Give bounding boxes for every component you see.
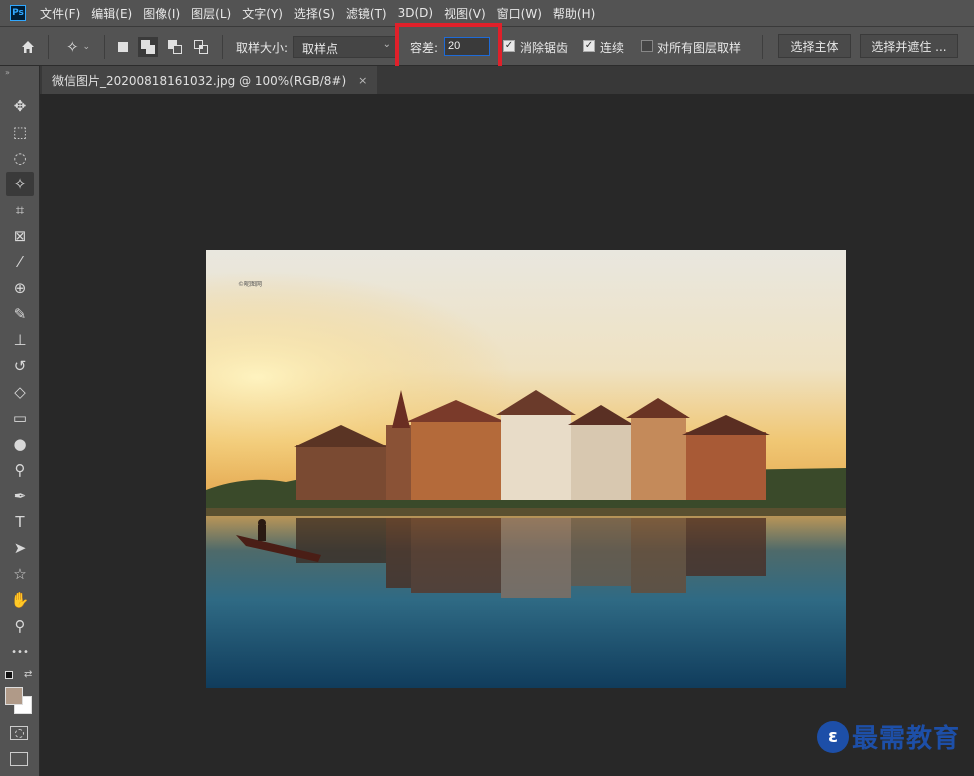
contiguous-label: 连续 [600, 41, 625, 55]
menu-file[interactable]: 文件(F) [40, 5, 80, 22]
quick-mask-icon[interactable] [10, 726, 28, 740]
separator [104, 35, 105, 59]
marquee-tool-icon[interactable]: ⬚ [6, 120, 34, 144]
menu-window[interactable]: 窗口(W) [497, 5, 542, 22]
chevron-down-icon: ⌄ [82, 42, 91, 52]
menu-filter[interactable]: 滤镜(T) [346, 5, 387, 22]
select-and-mask-button[interactable]: 选择并遮住 ... [860, 34, 958, 58]
more-tools-icon[interactable]: ••• [6, 640, 34, 664]
contiguous-checkbox[interactable]: ✓ [583, 40, 595, 52]
path-selection-tool-icon[interactable]: ➤ [6, 536, 34, 560]
menu-view[interactable]: 视图(V) [444, 5, 486, 22]
foreground-color-swatch[interactable] [5, 687, 23, 705]
eraser-tool-icon[interactable]: ◇ [6, 380, 34, 404]
crop-tool-icon[interactable]: ⌗ [6, 198, 34, 222]
brand-logo-icon: ε [817, 720, 849, 753]
screen-mode-icon[interactable] [10, 752, 28, 766]
new-selection-icon[interactable] [113, 37, 133, 57]
lasso-tool-icon[interactable]: ◌ [6, 146, 34, 170]
tools-panel: » ✥ ⬚ ◌ ✧ ⌗ ⊠ ⁄ ⊕ ✎ ⊥ ↺ ◇ ▭ ● ⚲ ✒ T ➤ ☆ ✋ ⚲ ••• ⇄ [0, 66, 40, 776]
menu-select[interactable]: 选择(S) [294, 5, 335, 22]
brush-tool-icon[interactable]: ✎ [6, 302, 34, 326]
menu-3d[interactable]: 3D(D) [398, 6, 433, 20]
gradient-tool-icon[interactable]: ▭ [6, 406, 34, 430]
separator [222, 35, 223, 59]
subtract-from-selection-icon[interactable] [165, 37, 185, 57]
sample-size-label: 取样大小: [236, 41, 289, 55]
image-watermark-tag: ©昵图网 [238, 281, 262, 288]
anti-alias-label: 消除锯齿 [520, 41, 569, 55]
collapse-panel-icon[interactable]: » [5, 68, 10, 77]
sample-size-select[interactable]: 取样点 ⌄ [293, 36, 398, 58]
tolerance-highlight-box [395, 23, 502, 71]
sample-size-value: 取样点 [302, 42, 339, 56]
photoshop-logo-icon[interactable]: Ps [10, 5, 26, 21]
dodge-tool-icon[interactable]: ⚲ [6, 458, 34, 482]
pen-tool-icon[interactable]: ✒ [6, 484, 34, 508]
separator [762, 35, 763, 59]
document-tab-title: 微信图片_20200818161032.jpg @ 100%(RGB/8#) [52, 73, 347, 88]
add-to-selection-icon[interactable] [138, 37, 158, 57]
zoom-tool-icon[interactable]: ⚲ [6, 614, 34, 638]
sample-all-layers-checkbox[interactable] [641, 40, 653, 52]
move-tool-icon[interactable]: ✥ [6, 94, 34, 118]
document-tab[interactable]: 微信图片_20200818161032.jpg @ 100%(RGB/8#) × [42, 66, 378, 94]
close-icon[interactable]: × [358, 74, 367, 87]
document-image[interactable]: ©昵图网 [206, 250, 846, 688]
brand-watermark: ε 最需教育 [817, 718, 960, 755]
menu-type[interactable]: 文字(Y) [242, 5, 283, 22]
home-icon[interactable] [18, 37, 38, 57]
shape-tool-icon[interactable]: ☆ [6, 562, 34, 586]
eyedropper-tool-icon[interactable]: ⁄ [6, 250, 34, 274]
menu-image[interactable]: 图像(I) [143, 5, 180, 22]
menu-layer[interactable]: 图层(L) [191, 5, 231, 22]
magic-wand-icon: ✧ [65, 38, 79, 56]
default-colors-control[interactable]: ⇄ [4, 669, 36, 684]
menu-help[interactable]: 帮助(H) [553, 5, 595, 22]
select-subject-button[interactable]: 选择主体 [778, 34, 851, 58]
default-colors-icon [5, 671, 13, 679]
blur-tool-icon[interactable]: ● [6, 432, 34, 456]
healing-brush-tool-icon[interactable]: ⊕ [6, 276, 34, 300]
clone-stamp-tool-icon[interactable]: ⊥ [6, 328, 34, 352]
brand-watermark-text: 最需教育 [852, 724, 961, 754]
document-tab-bar: 微信图片_20200818161032.jpg @ 100%(RGB/8#) × [40, 66, 974, 94]
swap-colors-icon[interactable]: ⇄ [24, 669, 32, 680]
type-tool-icon[interactable]: T [6, 510, 34, 534]
menu-edit[interactable]: 编辑(E) [91, 5, 132, 22]
frame-tool-icon[interactable]: ⊠ [6, 224, 34, 248]
intersect-selection-icon[interactable] [191, 37, 211, 57]
magic-wand-tool-icon[interactable]: ✧ [6, 172, 34, 196]
hand-tool-icon[interactable]: ✋ [6, 588, 34, 612]
anti-alias-checkbox[interactable]: ✓ [503, 40, 515, 52]
lakeside-villa-photo: ©昵图网 [206, 250, 846, 688]
separator [48, 35, 49, 59]
history-brush-tool-icon[interactable]: ↺ [6, 354, 34, 378]
tool-preset-picker[interactable]: ✧ ⌄ [60, 37, 96, 57]
chevron-down-icon: ⌄ [382, 39, 391, 50]
sample-all-layers-label: 对所有图层取样 [657, 41, 742, 55]
